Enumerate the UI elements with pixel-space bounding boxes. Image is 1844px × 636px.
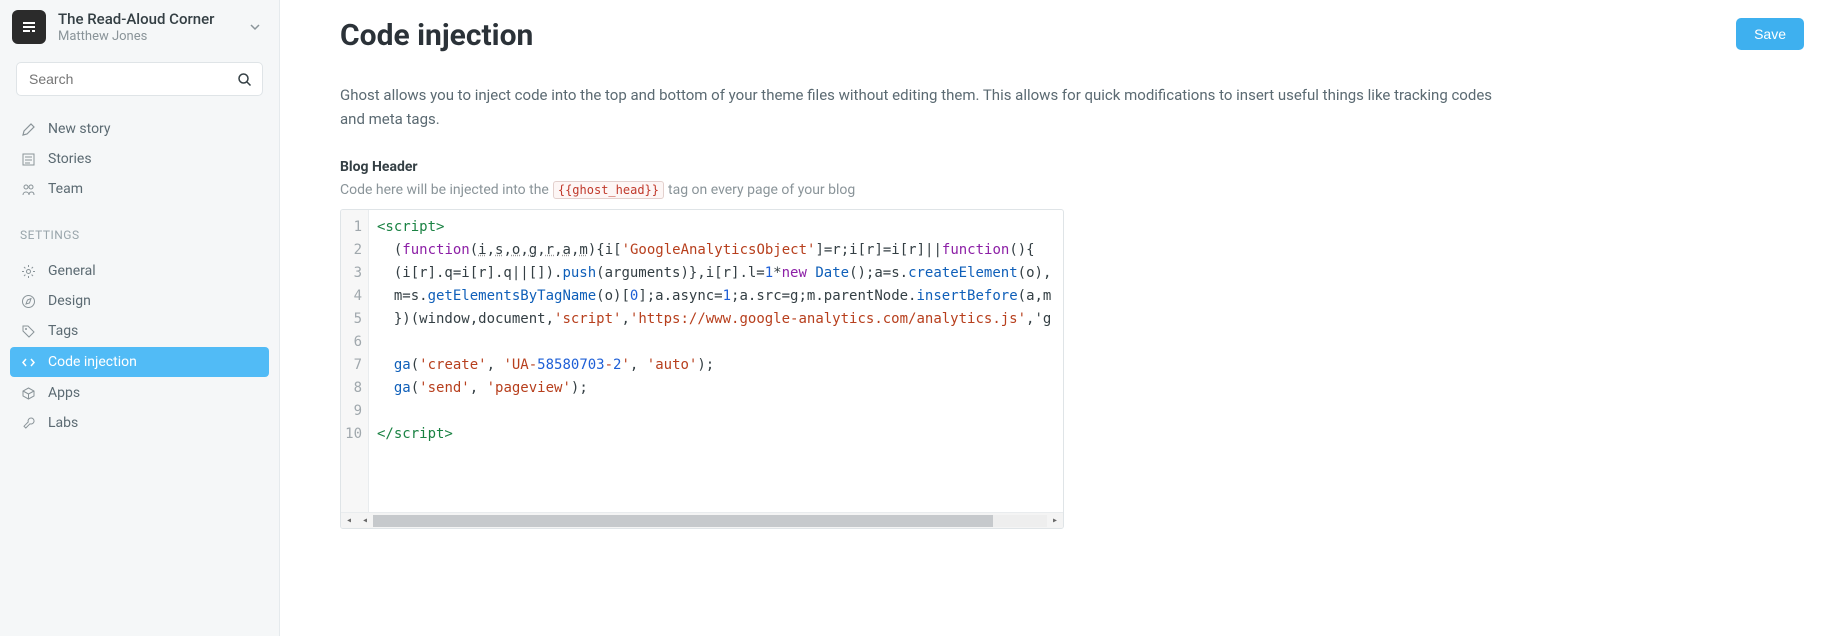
settings-heading: SETTINGS — [0, 210, 279, 250]
nav-tags[interactable]: Tags — [0, 316, 279, 346]
search-icon — [237, 72, 252, 87]
site-title: The Read-Aloud Corner — [58, 10, 243, 28]
page-title: Code injection — [340, 18, 533, 53]
nav-label: Apps — [48, 385, 80, 401]
team-icon — [20, 181, 36, 197]
nav-label: Team — [48, 181, 83, 197]
wrench-icon — [20, 415, 36, 431]
nav-label: General — [48, 263, 96, 279]
blog-header-label: Blog Header — [340, 159, 1804, 175]
pen-icon — [20, 121, 36, 137]
site-info: The Read-Aloud Corner Matthew Jones — [58, 10, 243, 44]
blog-header-help: Code here will be injected into the {{gh… — [340, 181, 1804, 199]
nav-stories[interactable]: Stories — [0, 144, 279, 174]
main-content: Code injection Save Ghost allows you to … — [280, 0, 1844, 636]
scroll-thumb[interactable] — [373, 515, 993, 527]
chevron-down-icon — [249, 21, 261, 33]
sidebar: The Read-Aloud Corner Matthew Jones New … — [0, 0, 280, 636]
nav-new-story[interactable]: New story — [0, 114, 279, 144]
nav-general[interactable]: General — [0, 256, 279, 286]
nav-label: Design — [48, 293, 91, 309]
site-logo — [12, 10, 46, 44]
nav-label: Code injection — [48, 354, 137, 370]
code-area[interactable]: <script> (function(i,s,o,g,r,a,m){i['Goo… — [369, 210, 1063, 512]
site-author: Matthew Jones — [58, 29, 243, 44]
line-gutter: 12345678910 — [341, 210, 369, 512]
site-switcher[interactable]: The Read-Aloud Corner Matthew Jones — [0, 0, 279, 54]
compass-icon — [20, 293, 36, 309]
scroll-right-icon[interactable]: ▸ — [1047, 513, 1063, 529]
gear-icon — [20, 263, 36, 279]
nav-design[interactable]: Design — [0, 286, 279, 316]
help-text-pre: Code here will be injected into the — [340, 182, 549, 198]
nav-apps[interactable]: Apps — [0, 378, 279, 408]
page-description: Ghost allows you to inject code into the… — [340, 83, 1500, 131]
search-input[interactable] — [17, 71, 262, 87]
nav-label: Stories — [48, 151, 92, 167]
logo-icon — [22, 20, 36, 34]
code-icon — [20, 354, 36, 370]
scroll-left-outer-icon[interactable]: ◂ — [341, 513, 357, 529]
nav-team[interactable]: Team — [0, 174, 279, 204]
scroll-left-icon[interactable]: ◂ — [357, 513, 373, 529]
help-text-post: tag on every page of your blog — [668, 182, 855, 198]
nav-label: New story — [48, 121, 111, 137]
tag-icon — [20, 323, 36, 339]
list-icon — [20, 151, 36, 167]
search-box[interactable] — [16, 62, 263, 96]
scroll-track[interactable] — [373, 515, 1047, 527]
horizontal-scrollbar[interactable]: ◂ ◂ ▸ — [341, 512, 1063, 528]
box-icon — [20, 385, 36, 401]
code-editor[interactable]: 12345678910 <script> (function(i,s,o,g,r… — [340, 209, 1064, 529]
ghost-head-tag: {{ghost_head}} — [553, 181, 664, 199]
nav-labs[interactable]: Labs — [0, 408, 279, 438]
save-button[interactable]: Save — [1736, 18, 1804, 50]
nav-label: Labs — [48, 415, 78, 431]
nav-label: Tags — [48, 323, 78, 339]
nav-code-injection[interactable]: Code injection — [10, 347, 269, 377]
